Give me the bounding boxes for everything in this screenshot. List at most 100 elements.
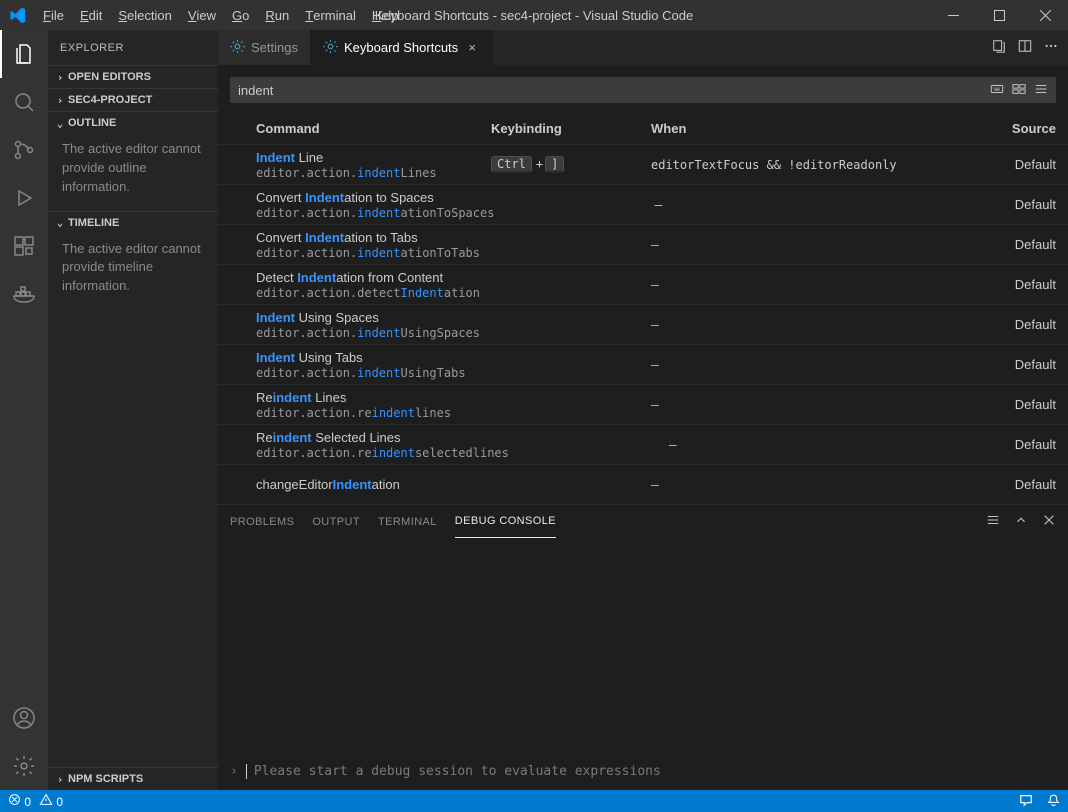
panel-filter-icon[interactable] <box>986 513 1000 530</box>
menu-terminal[interactable]: Terminal <box>297 0 364 30</box>
sidebar-section-label: NPM SCRIPTS <box>68 773 143 785</box>
panel-tab-terminal[interactable]: TERMINAL <box>378 505 437 538</box>
editor-area: Settings Keyboard Shortcuts × Command Keyb… <box>218 30 1068 790</box>
tab-keyboard-shortcuts[interactable]: Keyboard Shortcuts × <box>311 30 493 65</box>
activity-source-control-icon[interactable] <box>0 126 48 174</box>
split-editor-icon[interactable] <box>1018 39 1032 56</box>
source-cell: Default <box>986 477 1056 492</box>
menubar: FileEditSelectionViewGoRunTerminalHelp <box>35 0 407 30</box>
tab-label: Keyboard Shortcuts <box>344 40 458 55</box>
activity-explorer-icon[interactable] <box>0 30 48 78</box>
column-source[interactable]: Source <box>986 121 1056 136</box>
sidebar-section-label: OUTLINE <box>68 117 116 129</box>
command-title: Reindent Lines <box>256 390 491 405</box>
activity-docker-icon[interactable] <box>0 270 48 318</box>
keybinding-row[interactable]: Reindent Selected Lineseditor.action.rei… <box>218 424 1068 464</box>
tab-settings[interactable]: Settings <box>218 30 311 65</box>
panel-close-icon[interactable] <box>1042 513 1056 530</box>
status-bell-icon[interactable] <box>1047 793 1060 810</box>
when-cell: — <box>651 237 986 253</box>
when-cell: — <box>654 197 986 213</box>
status-warnings[interactable]: 0 <box>39 793 63 809</box>
sidebar: EXPLORER ›OPEN EDITORS›SEC4-PROJECT⌄OUTL… <box>48 30 218 790</box>
chevron-icon: ⌄ <box>52 117 68 130</box>
record-keys-icon[interactable] <box>990 82 1004 99</box>
keybinding-row[interactable]: changeEditorIndentation—Default <box>218 464 1068 504</box>
panel-collapse-icon[interactable] <box>1014 513 1028 530</box>
chevron-icon: › <box>52 94 68 107</box>
sort-precedence-icon[interactable] <box>1012 82 1026 99</box>
chevron-icon: › <box>52 773 68 786</box>
chevron-icon: ⌄ <box>52 216 68 229</box>
settings-icon <box>323 39 338 57</box>
keyboard-shortcuts-header: Command Keybinding When Source <box>218 115 1068 144</box>
sidebar-section-npm-scripts: ›NPM SCRIPTS <box>48 767 218 790</box>
activity-search-icon[interactable] <box>0 78 48 126</box>
keybinding-row[interactable]: Indent Lineeditor.action.indentLinesCtrl… <box>218 144 1068 184</box>
keyboard-shortcuts-search[interactable] <box>230 77 1056 103</box>
sidebar-section-header[interactable]: ›NPM SCRIPTS <box>48 768 218 790</box>
activity-extensions-icon[interactable] <box>0 222 48 270</box>
keybinding-row[interactable]: Indent Using Tabseditor.action.indentUsi… <box>218 344 1068 384</box>
menu-file[interactable]: File <box>35 0 72 30</box>
keybinding-row[interactable]: Reindent Lineseditor.action.reindentline… <box>218 384 1068 424</box>
tab-label: Settings <box>251 40 298 55</box>
source-cell: Default <box>986 437 1056 452</box>
source-cell: Default <box>986 237 1056 252</box>
sidebar-section-header[interactable]: ›SEC4-PROJECT <box>48 89 218 111</box>
menu-go[interactable]: Go <box>224 0 257 30</box>
panel: PROBLEMS OUTPUT TERMINAL DEBUG CONSOLE › Pl… <box>218 504 1068 787</box>
activity-accounts-icon[interactable] <box>0 694 48 742</box>
window-minimize-button[interactable] <box>930 0 976 30</box>
open-keybindings-json-icon[interactable] <box>992 39 1006 56</box>
column-command[interactable]: Command <box>256 121 491 136</box>
keybinding-row[interactable]: Convert Indentation to Tabseditor.action… <box>218 224 1068 264</box>
activity-run-debug-icon[interactable] <box>0 174 48 222</box>
sidebar-section-outline: ⌄OUTLINEThe active editor cannot provide… <box>48 111 218 211</box>
command-title: changeEditorIndentation <box>256 477 491 492</box>
menu-run[interactable]: Run <box>257 0 297 30</box>
sidebar-section-header[interactable]: ⌄OUTLINE <box>48 112 218 134</box>
column-when[interactable]: When <box>651 121 986 136</box>
activity-bar <box>0 30 48 790</box>
menu-selection[interactable]: Selection <box>110 0 179 30</box>
command-id: editor.action.reindentlines <box>256 406 491 420</box>
panel-tab-output[interactable]: OUTPUT <box>312 505 360 538</box>
column-keybinding[interactable]: Keybinding <box>491 121 651 136</box>
close-icon[interactable]: × <box>464 40 480 55</box>
activity-settings-icon[interactable] <box>0 742 48 790</box>
panel-tab-debug-console[interactable]: DEBUG CONSOLE <box>455 505 556 538</box>
title-bar: FileEditSelectionViewGoRunTerminalHelp K… <box>0 0 1068 30</box>
panel-tabs: PROBLEMS OUTPUT TERMINAL DEBUG CONSOLE <box>218 505 1068 538</box>
sidebar-section-sec4-project: ›SEC4-PROJECT <box>48 88 218 111</box>
keybinding-row[interactable]: Convert Indentation to Spaceseditor.acti… <box>218 184 1068 224</box>
window-maximize-button[interactable] <box>976 0 1022 30</box>
sidebar-section-header[interactable]: ⌄TIMELINE <box>48 212 218 234</box>
keybinding-cell: Ctrl+] <box>491 156 651 173</box>
sidebar-section-open-editors: ›OPEN EDITORS <box>48 65 218 88</box>
window-close-button[interactable] <box>1022 0 1068 30</box>
keybinding-row[interactable]: Detect Indentation from Contenteditor.ac… <box>218 264 1068 304</box>
panel-tab-problems[interactable]: PROBLEMS <box>230 505 294 538</box>
sidebar-title: EXPLORER <box>48 30 218 65</box>
keybinding-row[interactable]: Indent Using Spaceseditor.action.indentU… <box>218 304 1068 344</box>
debug-console-input[interactable]: › Please start a debug session to evalua… <box>230 764 661 779</box>
sidebar-section-timeline: ⌄TIMELINEThe active editor cannot provid… <box>48 211 218 311</box>
sidebar-section-body: The active editor cannot provide outline… <box>48 134 218 211</box>
menu-view[interactable]: View <box>180 0 224 30</box>
more-actions-icon[interactable] <box>1044 39 1058 56</box>
chevron-right-icon: › <box>230 764 238 779</box>
window-title: Keyboard Shortcuts - sec4-project - Visu… <box>375 8 693 23</box>
keyboard-shortcuts-search-input[interactable] <box>238 83 990 98</box>
command-title: Indent Line <box>256 150 491 165</box>
status-errors[interactable]: 0 <box>8 793 31 809</box>
command-id: editor.action.indentUsingTabs <box>256 366 491 380</box>
command-id: editor.action.indentationToTabs <box>256 246 491 260</box>
clear-search-icon[interactable] <box>1034 82 1048 99</box>
sidebar-section-label: TIMELINE <box>68 217 119 229</box>
menu-edit[interactable]: Edit <box>72 0 110 30</box>
status-feedback-icon[interactable] <box>1019 793 1033 810</box>
vscode-logo-icon <box>0 7 35 24</box>
sidebar-section-header[interactable]: ›OPEN EDITORS <box>48 66 218 88</box>
command-title: Indent Using Tabs <box>256 350 491 365</box>
